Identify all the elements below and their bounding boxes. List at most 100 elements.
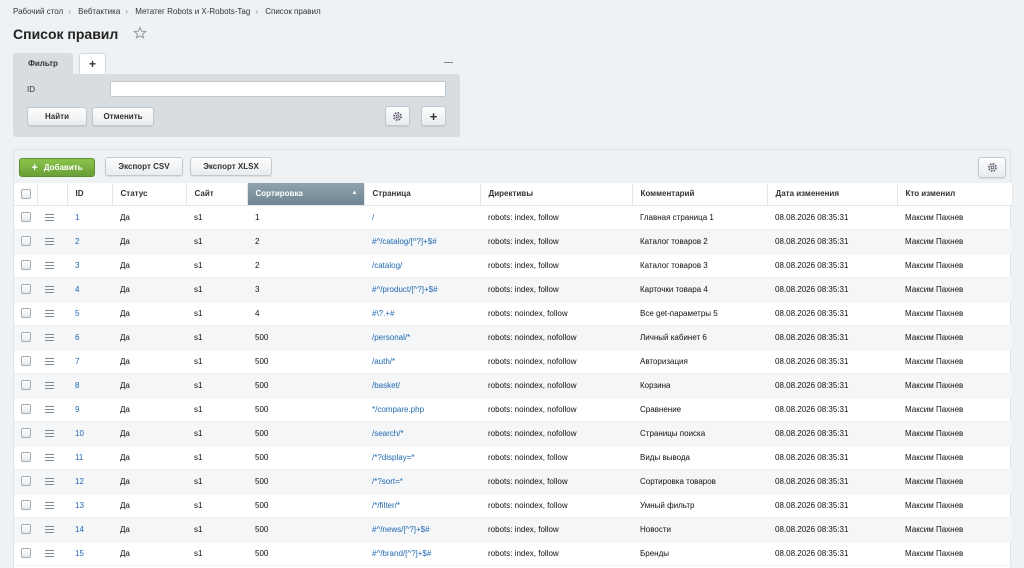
add-filter-tab-button[interactable]: + — [79, 53, 106, 74]
export-xlsx-button[interactable]: Экспорт XLSX — [190, 157, 272, 176]
hamburger-menu-icon[interactable] — [45, 500, 54, 511]
column-header-date[interactable]: Дата изменения — [767, 183, 898, 206]
add-button[interactable]: + Добавить — [19, 158, 95, 177]
row-checkbox[interactable] — [21, 308, 31, 318]
table-row[interactable]: 3 Да s1 2/catalog/robots: index, follow Ката… — [14, 253, 1012, 278]
table-row[interactable]: 10 Да s1 500/search/* robots: noindex, nofol… — [14, 421, 1012, 446]
row-checkbox[interactable] — [21, 428, 31, 438]
hamburger-menu-icon[interactable] — [45, 452, 54, 463]
row-checkbox[interactable] — [21, 356, 31, 366]
row-id-link[interactable]: 5 — [67, 301, 112, 326]
table-row[interactable]: 12 Да s1 500/*?sort=* robots: noindex, follo… — [14, 469, 1012, 494]
hamburger-menu-icon[interactable] — [45, 404, 54, 415]
column-header-id[interactable]: ID — [67, 183, 113, 206]
row-id-link[interactable]: 10 — [67, 421, 112, 446]
row-id-link[interactable]: 3 — [67, 253, 112, 278]
row-page-link[interactable]: /personal/* — [364, 325, 480, 350]
column-header-sort[interactable]: Сортировка ▲ — [247, 183, 365, 206]
collapse-filter-icon[interactable] — [444, 62, 453, 63]
cancel-button[interactable]: Отменить — [92, 107, 154, 126]
row-id-link[interactable]: 14 — [67, 517, 112, 542]
filter-settings-button[interactable] — [385, 106, 410, 126]
row-checkbox[interactable] — [21, 260, 31, 270]
hamburger-menu-icon[interactable] — [45, 548, 54, 559]
row-page-link[interactable]: /*?display=* — [364, 445, 480, 470]
row-page-link[interactable]: /auth/* — [364, 349, 480, 374]
row-checkbox[interactable] — [21, 404, 31, 414]
row-id-link[interactable]: 13 — [67, 493, 112, 518]
filter-tab[interactable]: Фильтр — [13, 53, 73, 74]
hamburger-menu-icon[interactable] — [45, 524, 54, 535]
row-checkbox[interactable] — [21, 212, 31, 222]
row-id-link[interactable]: 6 — [67, 325, 112, 350]
export-csv-button[interactable]: Экспорт CSV — [105, 157, 183, 176]
hamburger-menu-icon[interactable] — [45, 308, 54, 319]
row-checkbox[interactable] — [21, 548, 31, 558]
row-id-link[interactable]: 4 — [67, 277, 112, 302]
table-row[interactable]: 2 Да s1 2 #^/catalog/[^?]+$# robots: index, f… — [14, 229, 1012, 254]
column-header-user[interactable]: Кто изменил — [897, 183, 1013, 206]
column-header-status[interactable]: Статус — [112, 183, 187, 206]
column-header-site[interactable]: Сайт — [186, 183, 248, 206]
add-filter-field-button[interactable]: + — [421, 106, 446, 126]
hamburger-menu-icon[interactable] — [45, 260, 54, 271]
row-checkbox[interactable] — [21, 332, 31, 342]
find-button[interactable]: Найти — [27, 107, 87, 126]
id-filter-input[interactable] — [110, 81, 446, 97]
row-id-link[interactable]: 15 — [67, 541, 112, 566]
column-header-page[interactable]: Страница — [364, 183, 481, 206]
breadcrumb-item-desktop[interactable]: Рабочий стол — [13, 7, 63, 16]
row-checkbox[interactable] — [21, 500, 31, 510]
table-row[interactable]: 4 Да s1 3 #^/product/[^?]+$# robots: index, f… — [14, 277, 1012, 302]
breadcrumb-item-webtaktika[interactable]: Вебтактика — [78, 7, 120, 16]
row-checkbox[interactable] — [21, 380, 31, 390]
table-row[interactable]: 15 Да s1 500 #^/brand/[^?]+$# robots: index, … — [14, 541, 1012, 566]
hamburger-menu-icon[interactable] — [45, 236, 54, 247]
table-row[interactable]: 9 Да s1 500 */compare.php robots: noindex, no… — [14, 397, 1012, 422]
hamburger-menu-icon[interactable] — [45, 284, 54, 295]
table-row[interactable]: 5 Да s1 4 #\?.+# robots: noindex, follow Все g… — [14, 301, 1012, 326]
row-id-link[interactable]: 7 — [67, 349, 112, 374]
row-id-link[interactable]: 12 — [67, 469, 112, 494]
row-id-link[interactable]: 9 — [67, 397, 112, 422]
grid-settings-button[interactable] — [978, 157, 1006, 178]
table-row[interactable]: 6 Да s1 500/personal/* robots: noindex, nofo… — [14, 325, 1012, 350]
table-row[interactable]: 8 Да s1 500/basket/robots: noindex, nofollo… — [14, 373, 1012, 398]
row-id-link[interactable]: 8 — [67, 373, 112, 398]
row-checkbox[interactable] — [21, 236, 31, 246]
row-page-link[interactable]: */compare.php — [364, 397, 480, 422]
row-id-link[interactable]: 2 — [67, 229, 112, 254]
row-page-link[interactable]: /search/* — [364, 421, 480, 446]
row-page-link[interactable]: #^/product/[^?]+$# — [364, 277, 480, 302]
table-row[interactable]: 1 Да s1 1/robots: index, follow Главная стра… — [14, 205, 1012, 230]
breadcrumb-item-robots-module[interactable]: Метатег Robots и X-Robots-Tag — [135, 7, 250, 16]
hamburger-menu-icon[interactable] — [45, 380, 54, 391]
table-row[interactable]: 11 Да s1 500/*?display=* robots: noindex, fo… — [14, 445, 1012, 470]
row-page-link[interactable]: #^/news/[^?]+$# — [364, 517, 480, 542]
hamburger-menu-icon[interactable] — [45, 476, 54, 487]
table-row[interactable]: 14 Да s1 500 #^/news/[^?]+$# robots: index, f… — [14, 517, 1012, 542]
row-id-link[interactable]: 1 — [67, 205, 112, 230]
row-page-link[interactable]: #^/brand/[^?]+$# — [364, 541, 480, 566]
row-page-link[interactable]: /*?sort=* — [364, 469, 480, 494]
hamburger-menu-icon[interactable] — [45, 212, 54, 223]
row-checkbox[interactable] — [21, 476, 31, 486]
column-header-comment[interactable]: Комментарий — [632, 183, 768, 206]
hamburger-menu-icon[interactable] — [45, 332, 54, 343]
row-id-link[interactable]: 11 — [67, 445, 112, 470]
row-page-link[interactable]: /*/filter/* — [364, 493, 480, 518]
row-page-link[interactable]: / — [364, 205, 480, 230]
hamburger-menu-icon[interactable] — [45, 428, 54, 439]
column-header-directives[interactable]: Директивы — [480, 183, 633, 206]
row-page-link[interactable]: #\?.+# — [364, 301, 480, 326]
table-row[interactable]: 7 Да s1 500/auth/* robots: noindex, nofollow… — [14, 349, 1012, 374]
select-all-checkbox[interactable] — [21, 188, 31, 199]
row-page-link[interactable]: #^/catalog/[^?]+$# — [364, 229, 480, 254]
star-icon[interactable] — [133, 26, 147, 40]
hamburger-menu-icon[interactable] — [45, 356, 54, 367]
row-checkbox[interactable] — [21, 524, 31, 534]
row-page-link[interactable]: /basket/ — [364, 373, 480, 398]
row-checkbox[interactable] — [21, 452, 31, 462]
row-checkbox[interactable] — [21, 284, 31, 294]
row-page-link[interactable]: /catalog/ — [364, 253, 480, 278]
